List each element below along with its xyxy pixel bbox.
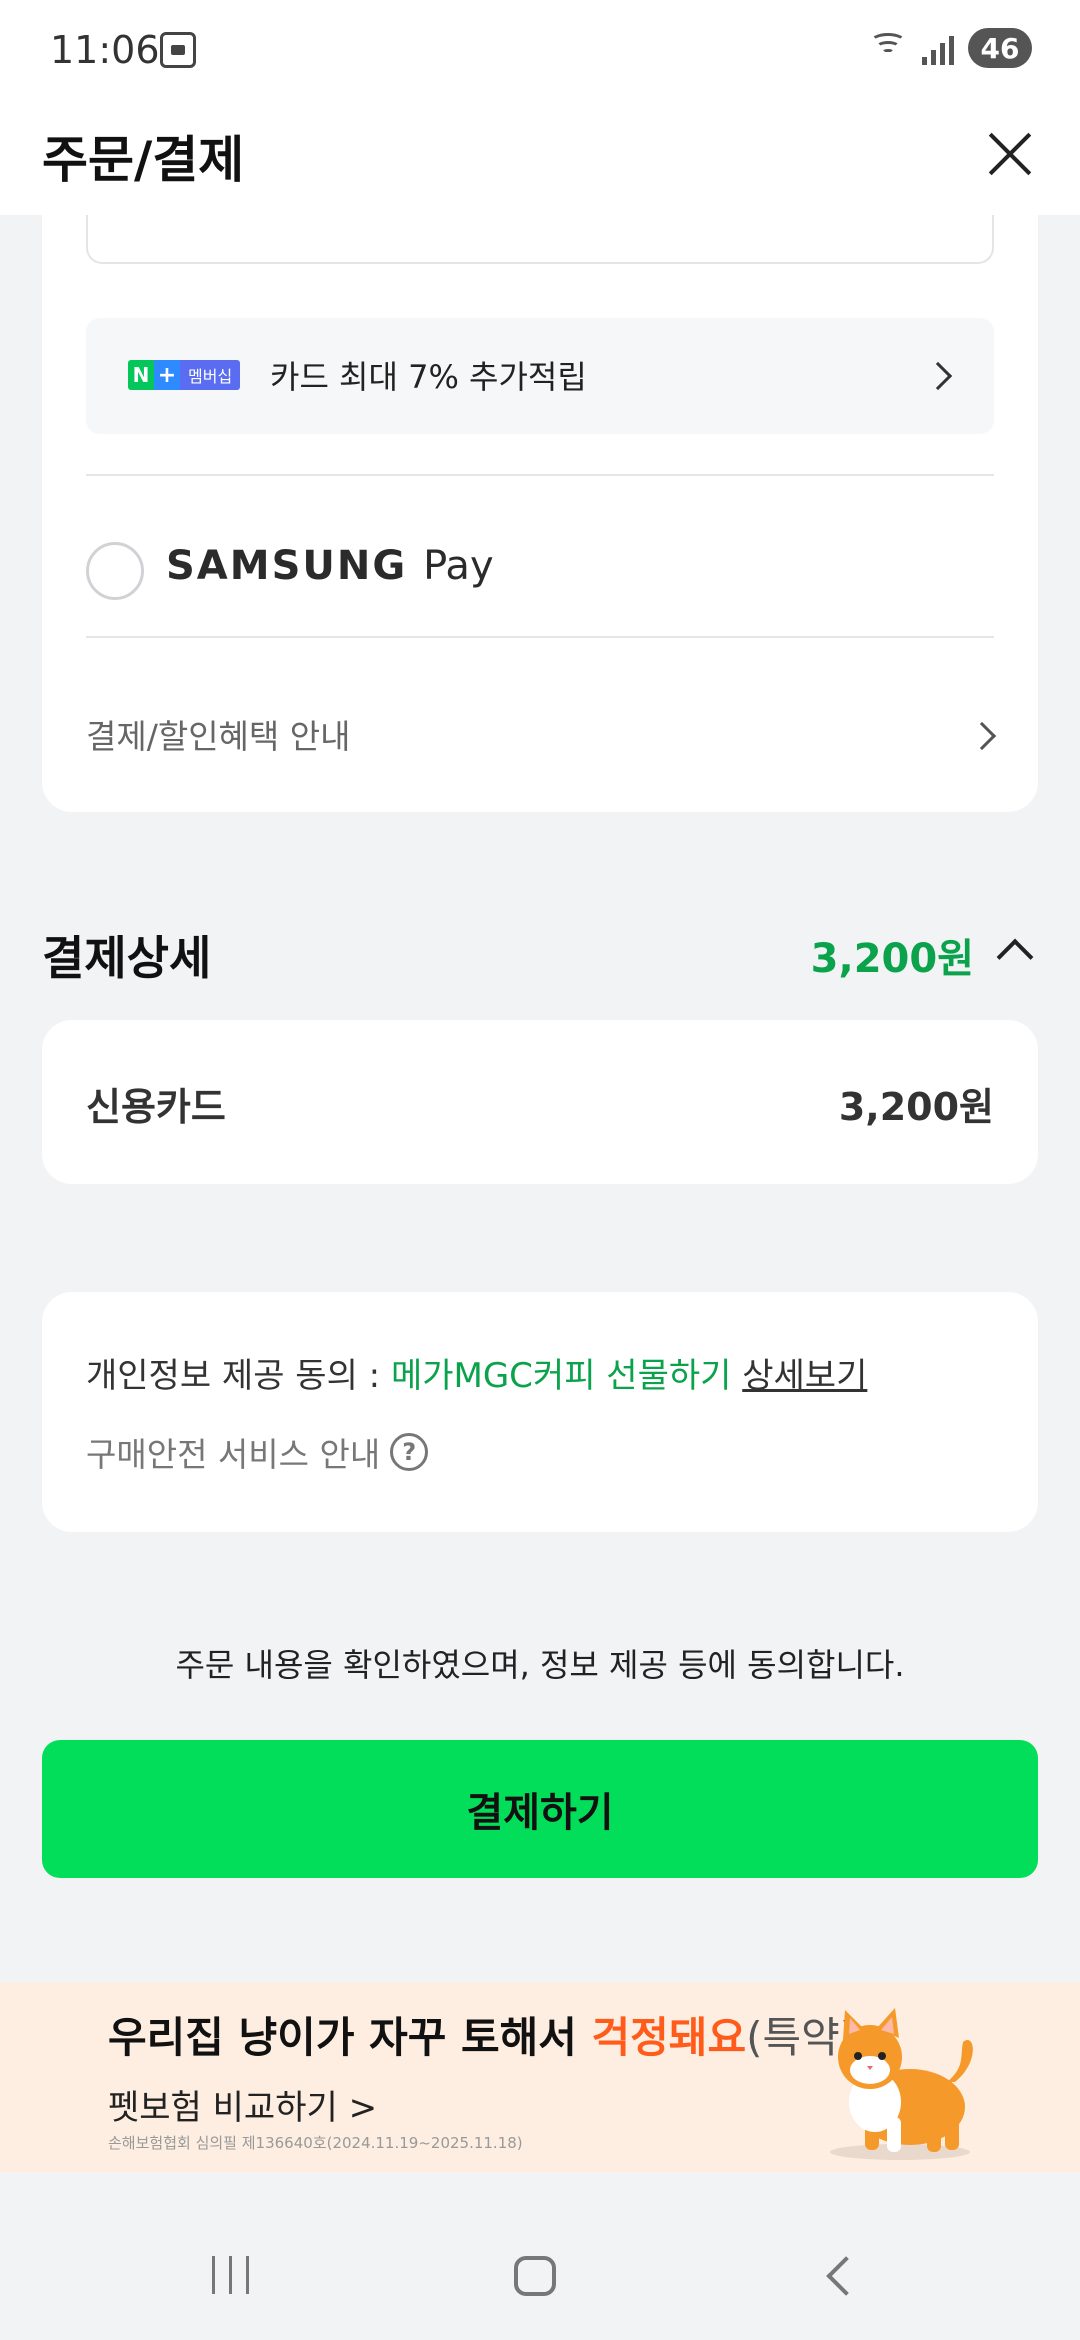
app-header: 주문/결제: [0, 100, 1080, 215]
status-time: 11:06: [50, 28, 160, 72]
status-indicators: 46: [868, 28, 1032, 68]
chevron-right-icon[interactable]: [967, 721, 997, 751]
page-title: 주문/결제: [42, 131, 245, 189]
pay-button-label: 결제하기: [466, 1791, 614, 1835]
badge-plus: +: [154, 360, 180, 390]
ad-headline-main: 우리집 냥이가 자꾸 토해서: [108, 2013, 592, 2062]
pet-insurance-ad-banner[interactable]: 우리집 냥이가 자꾸 토해서 걱정돼요(특약) 펫보험 비교하기 > 손해보험협…: [0, 1982, 1080, 2172]
safety-text: 구매안전 서비스 안내: [86, 1435, 381, 1474]
payment-method-card: N + 멤버십 카드 최대 7% 추가적립 SAMSUNG Pay 결제/할인혜…: [42, 140, 1038, 812]
samsung-pay-word: Pay: [423, 543, 494, 589]
divider: [86, 636, 994, 638]
cat-illustration: [830, 2008, 973, 2160]
purchase-safety-line[interactable]: 구매안전 서비스 안내 ?: [86, 1428, 429, 1476]
privacy-consent-line: 개인정보 제공 동의 : 메가MGC커피 선물하기 상세보기: [86, 1348, 867, 1397]
battery-badge: 46: [968, 28, 1032, 68]
detail-value-credit-card: 3,200원: [838, 1085, 994, 1129]
payment-benefit-link[interactable]: 결제/할인혜택 안내: [86, 710, 351, 758]
consent-detail-link[interactable]: 상세보기: [742, 1356, 867, 1396]
wifi-icon: [868, 31, 908, 65]
samsung-brand: SAMSUNG: [166, 543, 408, 589]
close-icon[interactable]: [980, 124, 1040, 184]
badge-n: N: [128, 360, 154, 390]
npay-banner-text: 카드 최대 7% 추가적립: [270, 358, 587, 396]
samsung-pay-radio[interactable]: [86, 542, 144, 600]
consent-company: 메가MGC커피 선물하기: [390, 1356, 732, 1396]
payment-detail-title: 결제상세: [42, 931, 212, 985]
signal-icon: [922, 31, 954, 65]
samsung-pay-logo[interactable]: SAMSUNG Pay: [166, 543, 494, 589]
ad-headline-highlight: 걱정돼요: [591, 2013, 747, 2062]
chevron-right-icon: [923, 361, 953, 391]
consent-prefix: 개인정보 제공 동의 :: [86, 1356, 391, 1396]
payment-detail-card: 신용카드 3,200원: [42, 1020, 1038, 1184]
recent-apps-icon[interactable]: [212, 2256, 249, 2294]
back-icon[interactable]: [826, 2256, 866, 2296]
ad-fine-print: 손해보험협회 심의필 제136640호(2024.11.19~2025.11.1…: [108, 2134, 523, 2152]
pay-button[interactable]: 결제하기: [42, 1740, 1038, 1878]
payment-total: 3,200원: [810, 936, 974, 982]
status-bar: 11:06 46: [0, 0, 1080, 100]
badge-member: 멤버십: [180, 360, 241, 390]
home-icon[interactable]: [514, 2256, 556, 2296]
npay-membership-banner[interactable]: N + 멤버십 카드 최대 7% 추가적립: [86, 318, 994, 434]
detail-label-credit-card: 신용카드: [86, 1085, 226, 1129]
ad-headline: 우리집 냥이가 자꾸 토해서 걱정돼요(특약): [108, 2004, 856, 2065]
help-icon[interactable]: ?: [390, 1433, 429, 1471]
system-nav-bar: [0, 2212, 1080, 2340]
consent-card: 개인정보 제공 동의 : 메가MGC커피 선물하기 상세보기 구매안전 서비스 …: [42, 1292, 1038, 1532]
screenshot-icon: [160, 32, 196, 68]
agreement-text: 주문 내용을 확인하였으며, 정보 제공 등에 동의합니다.: [175, 1646, 905, 1684]
divider: [86, 474, 994, 476]
chevron-up-icon[interactable]: [996, 938, 1034, 976]
naver-plus-membership-badge: N + 멤버십: [128, 360, 241, 390]
ad-compare-link[interactable]: 펫보험 비교하기 >: [108, 2080, 377, 2129]
